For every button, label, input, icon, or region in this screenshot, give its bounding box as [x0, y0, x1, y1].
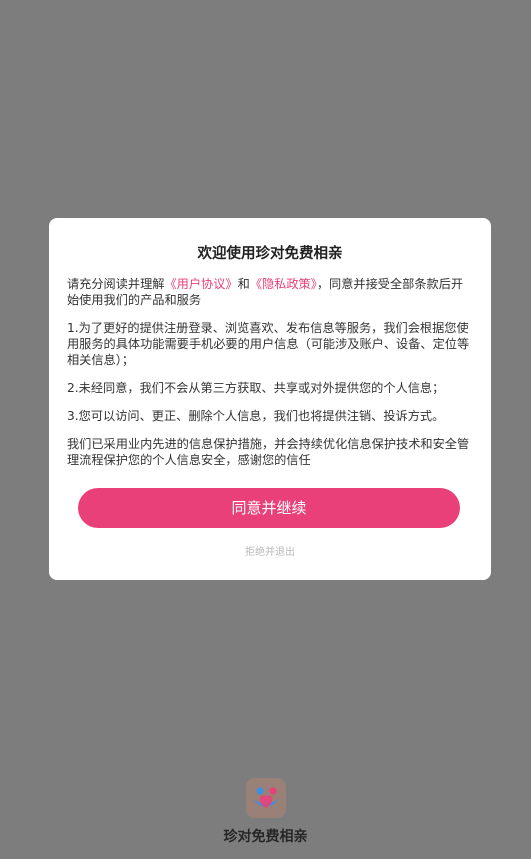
closing-paragraph: 我们已采用业内先进的信息保护措施，并会持续优化信息保护技术和安全管理流程保护您的… [67, 437, 470, 467]
policy-item-1: 1.为了更好的提供注册登录、浏览喜欢、发布信息等服务，我们会根据您使用服务的具体… [67, 321, 470, 367]
policy-item-2: 2.未经同意，我们不会从第三方获取、共享或对外提供您的个人信息； [67, 381, 445, 395]
intro-paragraph: 请充分阅读并理解《用户协议》和《隐私政策》，同意并接受全部条款后开始使用我们的产… [67, 276, 475, 308]
intro-and: 和 [237, 277, 250, 291]
splash-footer: 珍对免费相亲 [0, 760, 531, 859]
dialog-title: 欢迎使用珍对免费相亲 [197, 246, 343, 262]
privacy-policy-link[interactable]: 《隐私政策》 [250, 277, 317, 291]
policy-item-3: 3.您可以访问、更正、删除个人信息，我们也将提供注销、投诉方式。 [67, 409, 445, 423]
privacy-consent-dialog: 欢迎使用珍对免费相亲 请充分阅读并理解《用户协议》和《隐私政策》，同意并接受全部… [49, 218, 491, 580]
intro-prefix: 请充分阅读并理解 [67, 277, 165, 291]
app-name: 珍对免费相亲 [223, 829, 308, 845]
decline-exit-link[interactable]: 拒绝并退出 [49, 543, 491, 558]
user-agreement-link[interactable]: 《用户协议》 [165, 277, 238, 291]
agree-continue-button[interactable]: 同意并继续 [78, 488, 460, 528]
dialog-body: 请充分阅读并理解《用户协议》和《隐私政策》，同意并接受全部条款后开始使用我们的产… [67, 276, 475, 480]
app-logo-icon [246, 778, 286, 818]
